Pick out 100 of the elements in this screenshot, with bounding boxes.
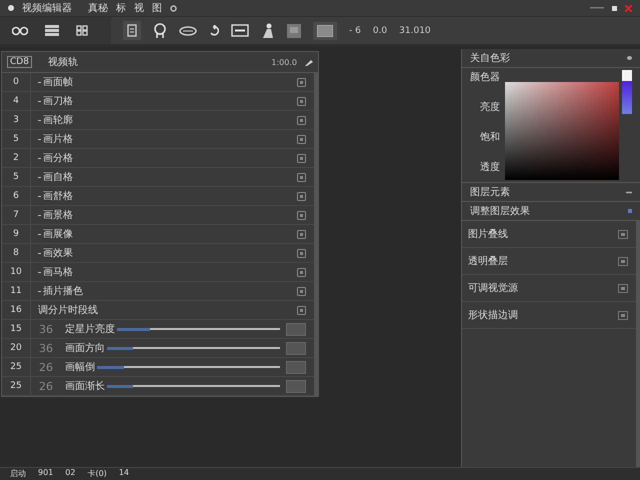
row-number: 7	[2, 206, 31, 224]
row-number: 11	[2, 282, 31, 300]
row-number: 20	[2, 339, 31, 357]
row-label: 画刀格	[43, 94, 73, 108]
square-icon[interactable]	[618, 310, 628, 320]
menu-item[interactable]: 图	[152, 1, 162, 15]
swatch-button[interactable]	[286, 360, 306, 374]
channel-label: 亮度	[480, 100, 501, 114]
row-label: 画分格	[43, 152, 73, 165]
row-number: 25	[2, 358, 31, 376]
link-icon[interactable]	[12, 26, 28, 36]
row-number: 0	[2, 73, 31, 91]
bowl-icon[interactable]	[179, 26, 197, 36]
window-title: 视频编辑器	[22, 2, 72, 15]
row-label: 画展像	[43, 228, 73, 241]
slider-fill[interactable]	[97, 366, 124, 368]
toolbar-readout: 31.010	[399, 26, 431, 36]
square-icon[interactable]	[297, 306, 306, 314]
maximize-icon[interactable]	[612, 6, 617, 10]
head-icon[interactable]	[153, 23, 167, 38]
row-number: 5	[2, 168, 31, 186]
swatch-button[interactable]	[286, 342, 306, 354]
row-label: 调分片时段线	[38, 304, 98, 317]
toolbar-readout: - 6	[349, 26, 361, 36]
row-label: 画轮廓	[43, 114, 73, 127]
square-icon[interactable]	[618, 230, 628, 238]
slider-fill[interactable]	[107, 384, 133, 388]
row-number: 10	[2, 263, 31, 281]
time-readout: 1:00.0	[271, 58, 297, 66]
color-swatch	[622, 70, 632, 81]
square-icon[interactable]	[297, 116, 306, 124]
channel-label: 饱和	[480, 130, 501, 144]
square-icon[interactable]	[297, 286, 306, 296]
channel-label: 透度	[480, 160, 501, 174]
color-gradient[interactable]	[505, 82, 619, 180]
person-icon[interactable]	[261, 23, 275, 38]
dot-icon[interactable]	[8, 5, 14, 11]
row-label: 画片格	[43, 132, 73, 146]
square-icon[interactable]	[297, 192, 306, 200]
row-value: 36	[38, 322, 54, 336]
row-number: 25	[2, 377, 31, 395]
close-icon[interactable]	[625, 4, 632, 12]
square-icon[interactable]	[297, 172, 306, 182]
square-icon[interactable]	[297, 154, 306, 162]
row-label: 定星片亮度	[65, 322, 115, 336]
square-icon[interactable]	[297, 248, 306, 258]
square-icon[interactable]	[297, 268, 306, 276]
effect-item[interactable]: 图片叠线	[462, 221, 636, 248]
status-text: 14	[118, 468, 129, 479]
row-label: 画幅倒	[65, 361, 95, 374]
effect-item[interactable]: 形状描边调	[462, 302, 636, 329]
slider-fill[interactable]	[107, 346, 133, 350]
section-title: 图层元素	[470, 186, 510, 199]
square-icon[interactable]	[297, 210, 306, 220]
row-label: 画自格	[43, 170, 73, 184]
menu-item[interactable]: 真秘	[88, 1, 108, 15]
row-label: 画马格	[43, 266, 73, 279]
row-label: 画效果	[43, 247, 73, 260]
grid-icon[interactable]	[76, 25, 88, 36]
square-icon[interactable]	[618, 256, 628, 266]
row-label: 画面帧	[43, 76, 73, 89]
gear-icon[interactable]	[170, 4, 177, 12]
row-label: 画景格	[43, 208, 73, 222]
swatch-button[interactable]	[286, 380, 306, 392]
square-icon[interactable]	[297, 96, 306, 106]
swatch-button[interactable]	[286, 322, 306, 336]
status-text: 02	[65, 468, 76, 479]
row-value: 26	[38, 380, 54, 392]
square-icon[interactable]	[618, 284, 628, 292]
row-number: 4	[2, 92, 31, 110]
square-icon[interactable]	[297, 78, 306, 86]
square-icon[interactable]	[297, 134, 306, 144]
row-value: 26	[38, 360, 54, 374]
panel-title: 关自色彩	[470, 52, 510, 65]
effect-item[interactable]: 透明叠层	[462, 248, 636, 275]
minimize-icon[interactable]	[590, 6, 604, 10]
row-number: 6	[2, 187, 31, 205]
text-box-icon[interactable]	[231, 24, 249, 37]
square-icon[interactable]	[287, 24, 301, 38]
row-label: 画面渐长	[65, 380, 105, 393]
toolbar-readout: 0.0	[372, 26, 388, 36]
row-number: 5	[2, 130, 31, 148]
pen-icon[interactable]	[305, 58, 313, 66]
row-value: 36	[38, 342, 54, 354]
square-icon[interactable]	[297, 230, 306, 238]
slider-fill[interactable]	[117, 328, 150, 330]
row-number: 16	[2, 301, 31, 319]
status-text: 卡(0)	[87, 468, 107, 480]
effect-item[interactable]: 可调视觉源	[462, 275, 636, 302]
row-label: 画舒格	[43, 190, 73, 203]
dot-icon[interactable]	[627, 56, 632, 60]
picker-label: 颜色器	[470, 70, 501, 84]
code-button[interactable]: CD8	[7, 56, 32, 68]
row-number: 2	[2, 149, 31, 167]
menu-item[interactable]: 标	[116, 1, 126, 15]
stack-icon[interactable]	[45, 25, 59, 36]
swatch-icon[interactable]	[317, 24, 333, 36]
row-number: 9	[2, 225, 31, 243]
hue-bar[interactable]	[622, 81, 632, 114]
menu-item[interactable]: 视	[134, 1, 144, 15]
